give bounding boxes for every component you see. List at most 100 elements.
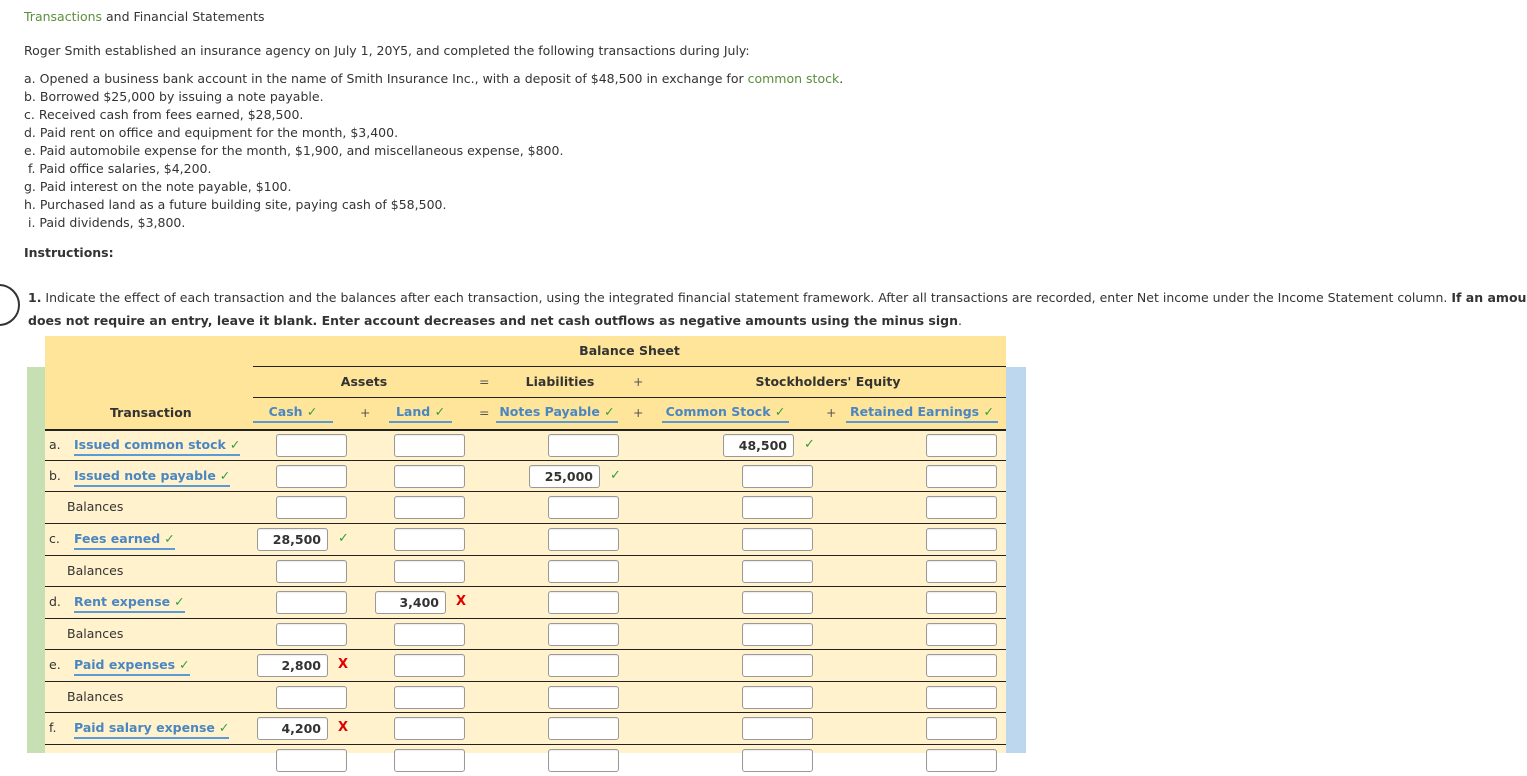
land-amount-input[interactable] [394, 528, 465, 551]
common-stock-amount-input[interactable] [742, 591, 813, 614]
notes-payable-amount-input[interactable] [548, 528, 619, 551]
table-row [45, 745, 1006, 776]
page-title: Transactions and Financial Statements [24, 9, 265, 24]
common-stock-amount-input[interactable] [742, 654, 813, 677]
common-stock-amount-input[interactable] [742, 528, 813, 551]
transaction-name: Fees earned [74, 531, 161, 546]
notes-payable-amount-input[interactable] [548, 496, 619, 519]
cash-amount-input[interactable] [276, 434, 347, 457]
transaction-dropdown[interactable]: Paid expenses ✓ [74, 657, 190, 676]
land-amount-input[interactable] [394, 434, 465, 457]
land-amount-input[interactable] [394, 623, 465, 646]
notes-payable-amount-input[interactable] [548, 434, 619, 457]
land-amount-input[interactable] [394, 465, 465, 488]
cash-amount-input[interactable] [276, 465, 347, 488]
retained-earnings-amount-input[interactable] [926, 654, 997, 677]
cash-amount-input[interactable] [257, 528, 328, 551]
check-icon: ✓ [604, 404, 615, 419]
notes-payable-amount-input[interactable] [548, 623, 619, 646]
check-icon: ✓ [804, 437, 815, 452]
land-amount-input[interactable] [375, 591, 446, 614]
common-stock-amount-input[interactable] [742, 465, 813, 488]
table-row: f. Paid salary expense✓ X [45, 713, 1006, 745]
question-end: . [958, 313, 962, 328]
table-row: a.Issued common stock✓✓ [45, 430, 1006, 461]
notes-payable-column-header[interactable]: Notes Payable ✓ [496, 404, 618, 423]
balances-row: Balances [45, 492, 1006, 524]
common-stock-amount-input[interactable] [742, 496, 813, 519]
balances-row: Balances [45, 682, 1006, 713]
retained-earnings-amount-input[interactable] [926, 686, 997, 709]
retained-earnings-amount-input[interactable] [926, 465, 997, 488]
cash-amount-input[interactable] [276, 496, 347, 519]
notes-payable-amount-input[interactable] [548, 654, 619, 677]
retained-earnings-amount-input[interactable] [926, 591, 997, 614]
notes-payable-amount-input[interactable] [548, 560, 619, 583]
transactions-list: a. Opened a business bank account in the… [24, 70, 843, 232]
notes-payable-amount-input[interactable] [529, 465, 600, 488]
incorrect-x-icon: X [338, 720, 349, 735]
retained-earnings-amount-input[interactable] [926, 496, 997, 519]
cash-label: Cash [268, 404, 303, 419]
transaction-item: e. Paid automobile expense for the month… [24, 143, 564, 158]
transaction-label: e. Paid expenses ✓ [49, 657, 190, 676]
transaction-item: f. Paid office salaries, $4,200. [24, 161, 212, 176]
cash-amount-input[interactable] [276, 686, 347, 709]
question-bold-1: If an amount box [1451, 290, 1527, 305]
cash-amount-input[interactable] [276, 749, 347, 772]
common-stock-amount-input[interactable] [742, 717, 813, 740]
cash-column-header[interactable]: Cash ✓ [253, 404, 333, 423]
cash-amount-input[interactable] [276, 560, 347, 583]
left-accent-bar [27, 367, 45, 753]
cash-amount-input[interactable] [276, 623, 347, 646]
retained-earnings-amount-input[interactable] [926, 560, 997, 583]
transaction-item: d. Paid rent on office and equipment for… [24, 125, 399, 140]
notes-payable-amount-input[interactable] [548, 717, 619, 740]
transaction-item: a. Opened a business bank account in the… [24, 70, 843, 88]
transaction-dropdown[interactable]: Issued common stock ✓ [74, 437, 241, 456]
balances-label: Balances [67, 689, 124, 704]
incorrect-x-icon: X [456, 594, 467, 609]
title-text: and Financial Statements [102, 9, 265, 24]
retained-earnings-amount-input[interactable] [926, 749, 997, 772]
notes-payable-amount-input[interactable] [548, 686, 619, 709]
transaction-dropdown[interactable]: Fees earned ✓ [74, 531, 175, 550]
common-stock-label: Common Stock [665, 404, 771, 419]
right-accent-bar [1006, 367, 1026, 753]
equals-operator: = [479, 405, 490, 420]
transaction-suffix: . [839, 71, 844, 86]
land-label: Land [395, 404, 431, 419]
land-column-header[interactable]: Land ✓ [389, 404, 452, 423]
transaction-dropdown[interactable]: Issued note payable ✓ [74, 468, 231, 487]
retained-earnings-label: Retained Earnings [850, 404, 980, 419]
land-amount-input[interactable] [394, 717, 465, 740]
common-stock-amount-input[interactable] [723, 434, 794, 457]
check-icon: ✓ [610, 468, 621, 483]
retained-earnings-amount-input[interactable] [926, 623, 997, 646]
common-stock-link[interactable]: common stock [748, 71, 840, 86]
common-stock-amount-input[interactable] [742, 623, 813, 646]
transaction-dropdown[interactable]: Paid salary expense ✓ [74, 720, 230, 739]
notes-payable-amount-input[interactable] [548, 591, 619, 614]
notes-payable-amount-input[interactable] [548, 749, 619, 772]
retained-earnings-column-header[interactable]: Retained Earnings ✓ [846, 404, 998, 423]
retained-earnings-amount-input[interactable] [926, 434, 997, 457]
title-link[interactable]: Transactions [24, 9, 102, 24]
land-amount-input[interactable] [394, 560, 465, 583]
cash-amount-input[interactable] [257, 717, 328, 740]
land-amount-input[interactable] [394, 496, 465, 519]
assets-header: Assets [340, 374, 388, 389]
land-amount-input[interactable] [394, 654, 465, 677]
transaction-text: a. Opened a business bank account in the… [24, 71, 748, 86]
common-stock-amount-input[interactable] [742, 749, 813, 772]
cash-amount-input[interactable] [257, 654, 328, 677]
land-amount-input[interactable] [394, 686, 465, 709]
common-stock-amount-input[interactable] [742, 686, 813, 709]
cash-amount-input[interactable] [276, 591, 347, 614]
retained-earnings-amount-input[interactable] [926, 717, 997, 740]
land-amount-input[interactable] [394, 749, 465, 772]
common-stock-amount-input[interactable] [742, 560, 813, 583]
common-stock-column-header[interactable]: Common Stock ✓ [662, 404, 789, 423]
retained-earnings-amount-input[interactable] [926, 528, 997, 551]
transaction-dropdown[interactable]: Rent expense ✓ [74, 594, 185, 613]
